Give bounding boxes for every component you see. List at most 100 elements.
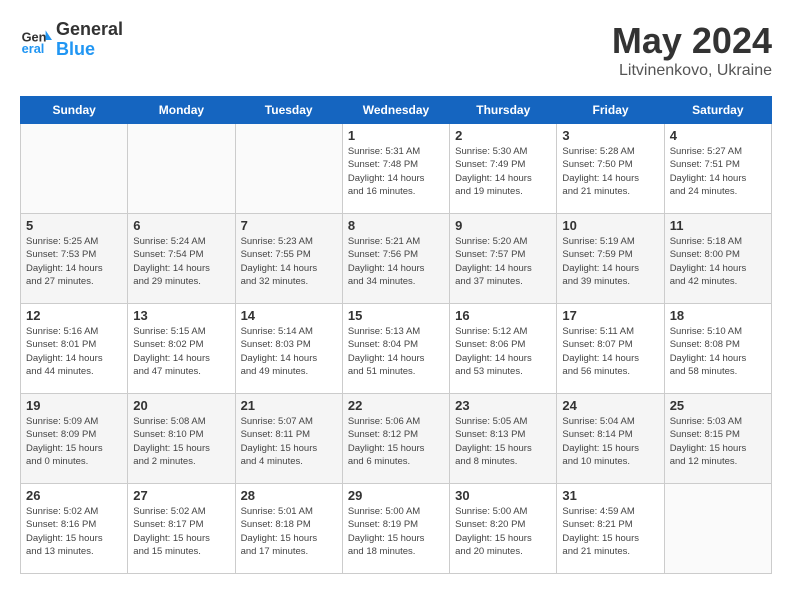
day-number: 8 — [348, 218, 444, 233]
calendar-week-row: 26Sunrise: 5:02 AM Sunset: 8:16 PM Dayli… — [21, 484, 772, 574]
day-number: 11 — [670, 218, 766, 233]
weekday-header: Saturday — [664, 97, 771, 124]
day-info: Sunrise: 5:20 AM Sunset: 7:57 PM Dayligh… — [455, 235, 551, 288]
day-number: 1 — [348, 128, 444, 143]
calendar-cell: 6Sunrise: 5:24 AM Sunset: 7:54 PM Daylig… — [128, 214, 235, 304]
calendar-week-row: 12 Sunrise: 5:16 AM Sunset: 8:01 PM Dayli… — [21, 304, 772, 394]
calendar-week-row: 1Sunrise: 5:31 AM Sunset: 7:48 PM Daylig… — [21, 124, 772, 214]
weekday-header: Sunday — [21, 97, 128, 124]
calendar-table: SundayMondayTuesdayWednesdayThursdayFrid… — [20, 96, 772, 574]
day-number: 15 — [348, 308, 444, 323]
calendar-cell: 5 Sunrise: 5:25 AM Sunset: 7:53 PM Daylig… — [21, 214, 128, 304]
day-number: 16 — [455, 308, 551, 323]
day-info: Sunrise: 5:06 AM Sunset: 8:12 PM Dayligh… — [348, 415, 444, 468]
calendar-cell: 18Sunrise: 5:10 AM Sunset: 8:08 PM Dayli… — [664, 304, 771, 394]
day-number: 13 — [133, 308, 229, 323]
calendar-cell: 23Sunrise: 5:05 AM Sunset: 8:13 PM Dayli… — [450, 394, 557, 484]
calendar-cell: 24 Sunrise: 5:04 AM Sunset: 8:14 PM Dayli… — [557, 394, 664, 484]
day-number: 25 — [670, 398, 766, 413]
calendar-cell: 31 Sunrise: 4:59 AM Sunset: 8:21 PM Dayli… — [557, 484, 664, 574]
calendar-cell — [235, 124, 342, 214]
calendar-cell: 4 Sunrise: 5:27 AM Sunset: 7:51 PM Daylig… — [664, 124, 771, 214]
day-number: 29 — [348, 488, 444, 503]
location-title: Litvinenkovo, Ukraine — [612, 62, 772, 80]
day-number: 31 — [562, 488, 658, 503]
day-number: 27 — [133, 488, 229, 503]
day-info: Sunrise: 5:21 AM Sunset: 7:56 PM Dayligh… — [348, 235, 444, 288]
day-info: Sunrise: 5:10 AM Sunset: 8:08 PM Dayligh… — [670, 325, 766, 378]
calendar-cell: 28 Sunrise: 5:01 AM Sunset: 8:18 PM Dayli… — [235, 484, 342, 574]
day-info: Sunrise: 5:11 AM Sunset: 8:07 PM Dayligh… — [562, 325, 658, 378]
day-info: Sunrise: 5:23 AM Sunset: 7:55 PM Dayligh… — [241, 235, 337, 288]
day-number: 7 — [241, 218, 337, 233]
svg-text:eral: eral — [22, 41, 45, 56]
day-info: Sunrise: 4:59 AM Sunset: 8:21 PM Dayligh… — [562, 505, 658, 558]
day-info: Sunrise: 5:04 AM Sunset: 8:14 PM Dayligh… — [562, 415, 658, 468]
calendar-body: 1Sunrise: 5:31 AM Sunset: 7:48 PM Daylig… — [21, 124, 772, 574]
day-number: 22 — [348, 398, 444, 413]
calendar-cell: 29 Sunrise: 5:00 AM Sunset: 8:19 PM Dayli… — [342, 484, 449, 574]
calendar-week-row: 19 Sunrise: 5:09 AM Sunset: 8:09 PM Dayli… — [21, 394, 772, 484]
calendar-cell: 14Sunrise: 5:14 AM Sunset: 8:03 PM Dayli… — [235, 304, 342, 394]
day-info: Sunrise: 5:00 AM Sunset: 8:20 PM Dayligh… — [455, 505, 551, 558]
calendar-cell: 30 Sunrise: 5:00 AM Sunset: 8:20 PM Dayli… — [450, 484, 557, 574]
calendar-cell: 10 Sunrise: 5:19 AM Sunset: 7:59 PM Dayli… — [557, 214, 664, 304]
day-info: Sunrise: 5:25 AM Sunset: 7:53 PM Dayligh… — [26, 235, 122, 288]
day-info: Sunrise: 5:00 AM Sunset: 8:19 PM Dayligh… — [348, 505, 444, 558]
day-info: Sunrise: 5:01 AM Sunset: 8:18 PM Dayligh… — [241, 505, 337, 558]
day-number: 23 — [455, 398, 551, 413]
day-info: Sunrise: 5:07 AM Sunset: 8:11 PM Dayligh… — [241, 415, 337, 468]
calendar-cell: 20Sunrise: 5:08 AM Sunset: 8:10 PM Dayli… — [128, 394, 235, 484]
day-number: 19 — [26, 398, 122, 413]
logo-icon: Gen eral — [20, 24, 52, 56]
calendar-header-row: SundayMondayTuesdayWednesdayThursdayFrid… — [21, 97, 772, 124]
title-block: May 2024 Litvinenkovo, Ukraine — [612, 20, 772, 80]
calendar-cell — [664, 484, 771, 574]
calendar-cell: 2Sunrise: 5:30 AM Sunset: 7:49 PM Daylig… — [450, 124, 557, 214]
day-info: Sunrise: 5:24 AM Sunset: 7:54 PM Dayligh… — [133, 235, 229, 288]
day-info: Sunrise: 5:28 AM Sunset: 7:50 PM Dayligh… — [562, 145, 658, 198]
calendar-cell: 7 Sunrise: 5:23 AM Sunset: 7:55 PM Daylig… — [235, 214, 342, 304]
calendar-cell: 11Sunrise: 5:18 AM Sunset: 8:00 PM Dayli… — [664, 214, 771, 304]
day-info: Sunrise: 5:03 AM Sunset: 8:15 PM Dayligh… — [670, 415, 766, 468]
logo-line2: Blue — [56, 40, 123, 60]
day-number: 10 — [562, 218, 658, 233]
day-info: Sunrise: 5:12 AM Sunset: 8:06 PM Dayligh… — [455, 325, 551, 378]
logo-line1: General — [56, 20, 123, 40]
calendar-cell: 19 Sunrise: 5:09 AM Sunset: 8:09 PM Dayli… — [21, 394, 128, 484]
day-number: 21 — [241, 398, 337, 413]
day-number: 30 — [455, 488, 551, 503]
day-number: 2 — [455, 128, 551, 143]
day-number: 3 — [562, 128, 658, 143]
day-info: Sunrise: 5:02 AM Sunset: 8:17 PM Dayligh… — [133, 505, 229, 558]
day-info: Sunrise: 5:27 AM Sunset: 7:51 PM Dayligh… — [670, 145, 766, 198]
day-info: Sunrise: 5:15 AM Sunset: 8:02 PM Dayligh… — [133, 325, 229, 378]
weekday-header: Wednesday — [342, 97, 449, 124]
day-number: 17 — [562, 308, 658, 323]
day-number: 5 — [26, 218, 122, 233]
calendar-cell: 26Sunrise: 5:02 AM Sunset: 8:16 PM Dayli… — [21, 484, 128, 574]
page-header: Gen eral General Blue May 2024 Litvinenk… — [20, 20, 772, 80]
day-info: Sunrise: 5:19 AM Sunset: 7:59 PM Dayligh… — [562, 235, 658, 288]
day-info: Sunrise: 5:13 AM Sunset: 8:04 PM Dayligh… — [348, 325, 444, 378]
calendar-cell: 27 Sunrise: 5:02 AM Sunset: 8:17 PM Dayli… — [128, 484, 235, 574]
calendar-cell: 25 Sunrise: 5:03 AM Sunset: 8:15 PM Dayli… — [664, 394, 771, 484]
day-number: 20 — [133, 398, 229, 413]
calendar-cell: 1Sunrise: 5:31 AM Sunset: 7:48 PM Daylig… — [342, 124, 449, 214]
day-info: Sunrise: 5:09 AM Sunset: 8:09 PM Dayligh… — [26, 415, 122, 468]
day-number: 28 — [241, 488, 337, 503]
calendar-cell: 17 Sunrise: 5:11 AM Sunset: 8:07 PM Dayli… — [557, 304, 664, 394]
month-title: May 2024 — [612, 20, 772, 62]
logo: Gen eral General Blue — [20, 20, 123, 60]
calendar-cell: 9Sunrise: 5:20 AM Sunset: 7:57 PM Daylig… — [450, 214, 557, 304]
day-number: 4 — [670, 128, 766, 143]
day-info: Sunrise: 5:16 AM Sunset: 8:01 PM Dayligh… — [26, 325, 122, 378]
calendar-cell: 3 Sunrise: 5:28 AM Sunset: 7:50 PM Daylig… — [557, 124, 664, 214]
day-number: 24 — [562, 398, 658, 413]
weekday-header: Monday — [128, 97, 235, 124]
day-number: 12 — [26, 308, 122, 323]
calendar-cell: 22 Sunrise: 5:06 AM Sunset: 8:12 PM Dayli… — [342, 394, 449, 484]
calendar-cell: 12 Sunrise: 5:16 AM Sunset: 8:01 PM Dayli… — [21, 304, 128, 394]
calendar-cell: 8 Sunrise: 5:21 AM Sunset: 7:56 PM Daylig… — [342, 214, 449, 304]
calendar-week-row: 5 Sunrise: 5:25 AM Sunset: 7:53 PM Daylig… — [21, 214, 772, 304]
